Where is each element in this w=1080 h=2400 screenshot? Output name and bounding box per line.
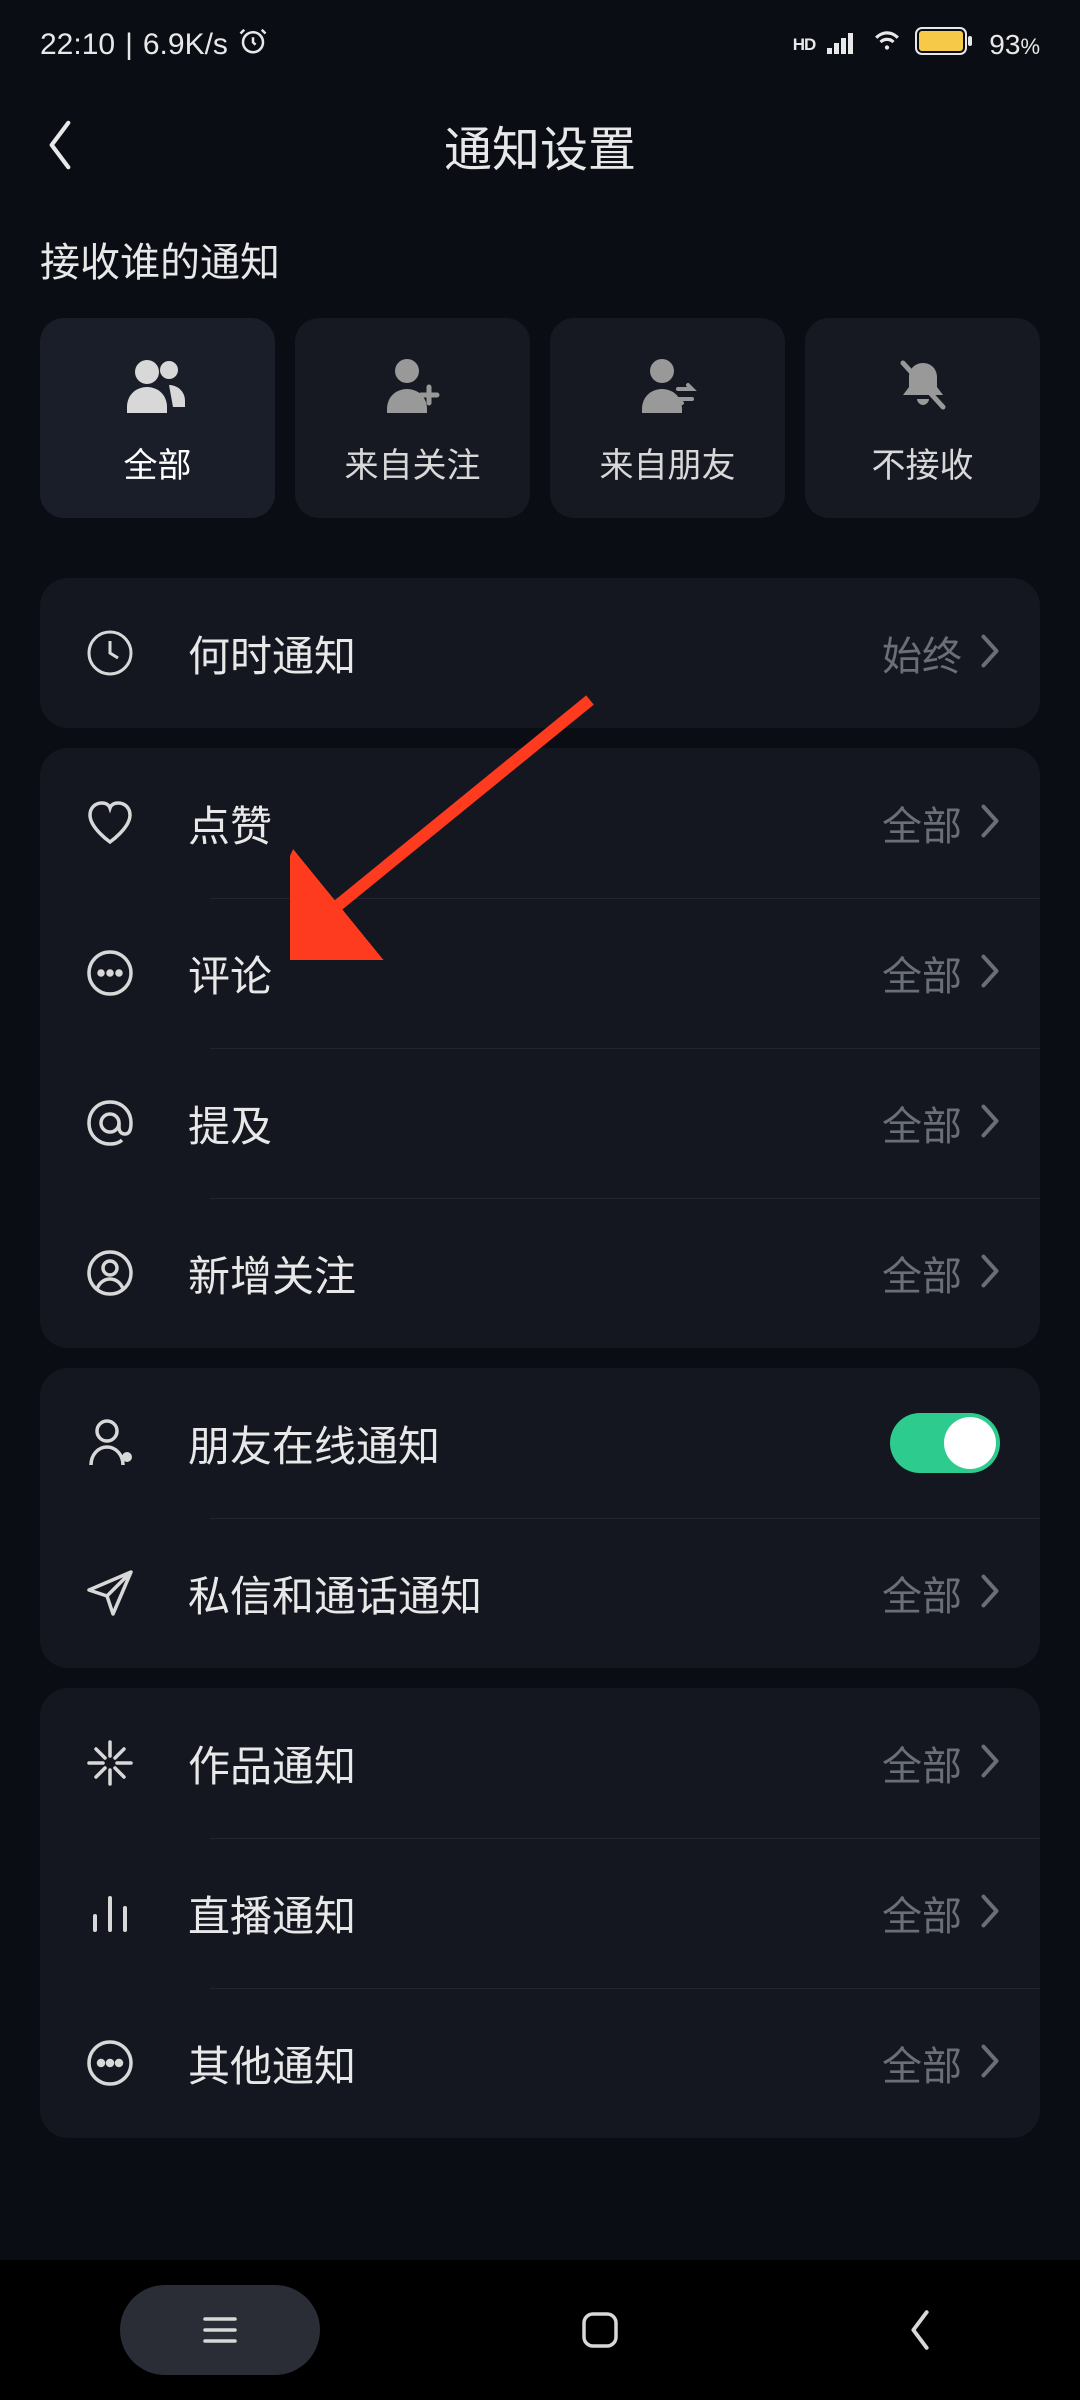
user-circle-icon: [80, 1243, 140, 1303]
bars-icon: [80, 1883, 140, 1943]
row-label: 何时通知: [188, 623, 882, 684]
row-value: 全部: [882, 1734, 962, 1792]
who-cards-row: 全部 来自关注 来自朋友 不接收: [0, 308, 1080, 558]
section-title-who: 接收谁的通知: [0, 200, 1080, 308]
user-dot-icon: [80, 1413, 140, 1473]
comment-icon: [80, 943, 140, 1003]
sparkle-icon: [80, 1733, 140, 1793]
users-icon: [123, 350, 193, 420]
who-card-all[interactable]: 全部: [40, 318, 275, 518]
who-card-label: 全部: [124, 438, 192, 487]
send-icon: [80, 1563, 140, 1623]
row-value: 全部: [882, 1094, 962, 1152]
chevron-right-icon: [980, 2044, 1000, 2083]
user-swap-icon: [636, 350, 700, 420]
list-group-other: 作品通知 全部 直播通知 全部 其他通知 全部: [40, 1688, 1040, 2138]
hd-icon: HD: [793, 35, 816, 55]
page-title: 通知设置: [0, 110, 1080, 180]
status-bar: 22:10 | 6.9K/s HD 93%: [0, 0, 1080, 90]
who-card-none[interactable]: 不接收: [805, 318, 1040, 518]
row-label: 评论: [188, 943, 882, 1004]
chevron-right-icon: [980, 1104, 1000, 1143]
battery-percent: 93%: [989, 29, 1040, 61]
who-card-label: 来自朋友: [600, 438, 736, 487]
row-value: 始终: [882, 624, 962, 682]
row-label: 提及: [188, 1093, 882, 1154]
nav-home[interactable]: [560, 2290, 640, 2370]
chevron-right-icon: [980, 1744, 1000, 1783]
chevron-right-icon: [980, 1894, 1000, 1933]
row-label: 其他通知: [188, 2033, 882, 2094]
who-card-label: 不接收: [872, 438, 974, 487]
row-value: 全部: [882, 794, 962, 852]
row-label: 点赞: [188, 793, 882, 854]
row-live-notify[interactable]: 直播通知 全部: [40, 1838, 1040, 1988]
alarm-icon: [238, 26, 268, 64]
user-plus-icon: [381, 350, 445, 420]
heart-icon: [80, 793, 140, 853]
row-friend-online[interactable]: 朋友在线通知: [40, 1368, 1040, 1518]
battery-icon: [915, 27, 973, 63]
who-card-label: 来自关注: [345, 438, 481, 487]
list-group-interactions: 点赞 全部 评论 全部 提及 全部 新增关注 全部: [40, 748, 1040, 1348]
status-speed: 6.9K/s: [143, 28, 228, 62]
row-like[interactable]: 点赞 全部: [40, 748, 1040, 898]
row-value: 全部: [882, 1564, 962, 1622]
chevron-right-icon: [980, 634, 1000, 673]
system-nav-bar: [0, 2260, 1080, 2400]
row-label: 朋友在线通知: [188, 1413, 890, 1474]
nav-back[interactable]: [880, 2290, 960, 2370]
row-label: 新增关注: [188, 1243, 882, 1304]
row-content-notify[interactable]: 作品通知 全部: [40, 1688, 1040, 1838]
toggle-friend-online[interactable]: [890, 1413, 1000, 1473]
list-group-social: 朋友在线通知 私信和通话通知 全部: [40, 1368, 1040, 1668]
row-comment[interactable]: 评论 全部: [40, 898, 1040, 1048]
row-value: 全部: [882, 2034, 962, 2092]
row-when-notify[interactable]: 何时通知 始终: [40, 578, 1040, 728]
clock-icon: [80, 623, 140, 683]
row-value: 全部: [882, 944, 962, 1002]
row-other-notify[interactable]: 其他通知 全部: [40, 1988, 1040, 2138]
chevron-right-icon: [980, 1574, 1000, 1613]
header: 通知设置: [0, 90, 1080, 200]
row-label: 私信和通话通知: [188, 1563, 882, 1624]
who-card-friends[interactable]: 来自朋友: [550, 318, 785, 518]
chevron-right-icon: [980, 1254, 1000, 1293]
nav-recents[interactable]: [120, 2285, 320, 2375]
chevron-right-icon: [980, 804, 1000, 843]
row-mention[interactable]: 提及 全部: [40, 1048, 1040, 1198]
row-new-follow[interactable]: 新增关注 全部: [40, 1198, 1040, 1348]
status-time: 22:10: [40, 28, 115, 62]
list-group-when: 何时通知 始终: [40, 578, 1040, 728]
row-label: 作品通知: [188, 1733, 882, 1794]
chevron-right-icon: [980, 954, 1000, 993]
bell-off-icon: [895, 350, 951, 420]
row-value: 全部: [882, 1884, 962, 1942]
who-card-following[interactable]: 来自关注: [295, 318, 530, 518]
row-value: 全部: [882, 1244, 962, 1302]
back-button[interactable]: [30, 115, 90, 175]
status-separator: |: [125, 28, 133, 62]
wifi-icon: [871, 28, 903, 62]
more-circle-icon: [80, 2033, 140, 2093]
signal-icon: [827, 28, 859, 62]
row-dm-call[interactable]: 私信和通话通知 全部: [40, 1518, 1040, 1668]
at-icon: [80, 1093, 140, 1153]
row-label: 直播通知: [188, 1883, 882, 1944]
